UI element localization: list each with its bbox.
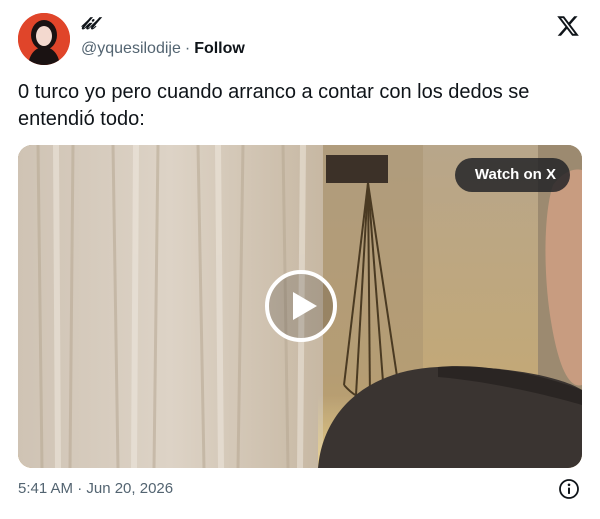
x-logo-icon[interactable] (556, 14, 580, 38)
user-handle[interactable]: @yquesilodije (81, 40, 181, 57)
play-icon[interactable] (264, 269, 338, 343)
watch-on-x-button[interactable]: Watch on X (454, 158, 570, 192)
handle-row: @yquesilodije · Follow (81, 40, 245, 58)
display-name[interactable]: 𝓁𝒾𝓁 (81, 14, 96, 34)
follow-button[interactable]: Follow (194, 40, 245, 57)
tweet-card: 𝓁𝒾𝓁 @yquesilodije · Follow 0 turco yo pero… (0, 0, 600, 519)
avatar[interactable] (18, 13, 70, 65)
video-player[interactable]: Watch on X (18, 145, 582, 468)
info-icon[interactable] (558, 478, 580, 500)
tweet-timestamp[interactable]: 5:41 AM · Jun 20, 2026 (18, 480, 173, 497)
tweet-text: 0 turco yo pero cuando arranco a contar … (18, 81, 530, 130)
separator-dot: · (184, 40, 191, 57)
